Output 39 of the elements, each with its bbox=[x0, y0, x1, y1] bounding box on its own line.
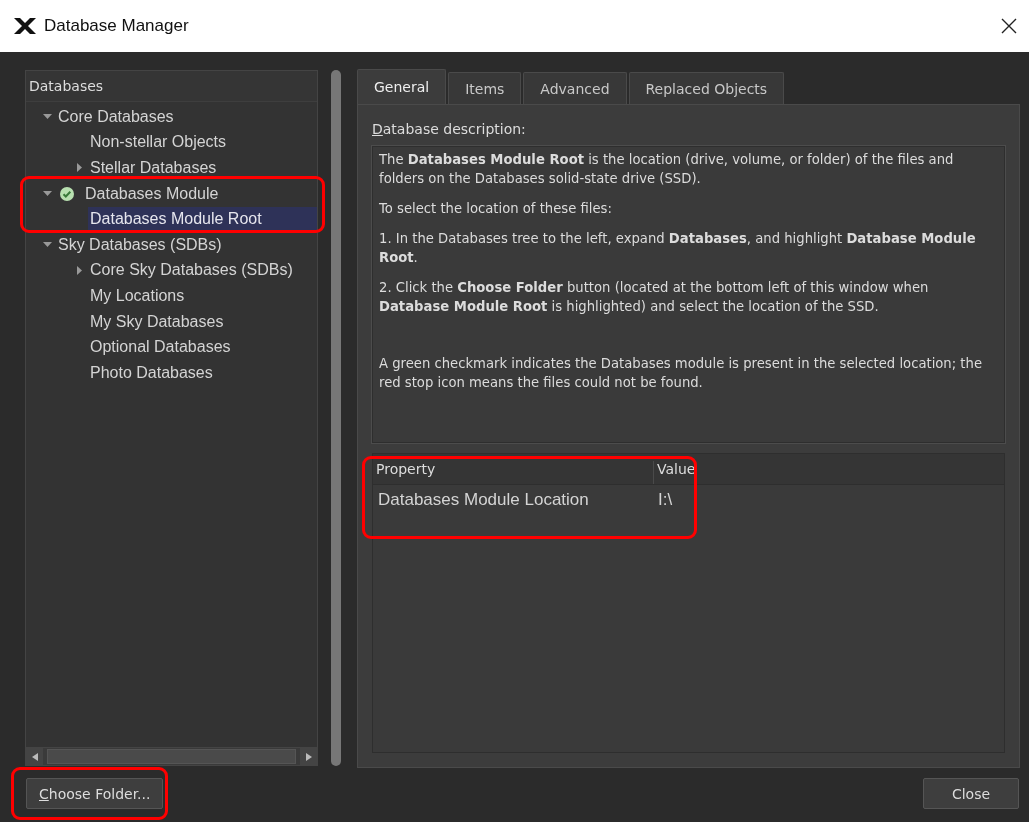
description-paragraph: To select the location of these files: bbox=[379, 200, 613, 218]
close-button[interactable]: Close bbox=[923, 778, 1019, 809]
table-cell-text: Databases Module Location bbox=[377, 490, 590, 510]
tab[interactable]: Items bbox=[448, 72, 522, 104]
table-cell-text: I:\ bbox=[657, 490, 674, 510]
window-title: Database Manager bbox=[44, 16, 190, 36]
tree-item[interactable]: Databases Module bbox=[83, 181, 221, 206]
tab[interactable]: Advanced bbox=[523, 72, 627, 104]
tree-item[interactable]: Stellar Databases bbox=[88, 156, 219, 180]
tree-item[interactable]: Sky Databases (SDBs) bbox=[56, 232, 224, 257]
collapse-arrow-icon[interactable] bbox=[42, 189, 52, 199]
tab[interactable]: General bbox=[357, 69, 447, 104]
column-header: Property bbox=[375, 461, 437, 479]
splitter-handle[interactable] bbox=[331, 70, 341, 766]
tab[interactable]: Replaced Objects bbox=[628, 72, 785, 104]
description-paragraph: 2. Click the Choose Folder button (located at the bottom left of this window when Database Module Root is highlighted) and select the location of the SSD. bbox=[379, 279, 930, 316]
scroll-left-icon[interactable] bbox=[31, 752, 38, 761]
tree-item[interactable]: Optional Databases bbox=[88, 335, 233, 360]
description-label: Database description: bbox=[372, 121, 527, 137]
expand-arrow-icon[interactable] bbox=[74, 163, 84, 173]
scroll-right-icon[interactable] bbox=[305, 752, 312, 761]
app-logo-icon bbox=[14, 18, 36, 34]
description-paragraph: A green checkmark indicates the Databases module is present in the selected location; the red stop icon means the files could not be found. bbox=[379, 355, 983, 392]
tree-item[interactable]: Photo Databases bbox=[88, 360, 215, 385]
tree-item[interactable]: Databases Module Root bbox=[88, 207, 317, 232]
collapse-arrow-icon[interactable] bbox=[42, 240, 52, 250]
description-paragraph: The Databases Module Root is the location (drive, volume, or folder) of the files and folders on the Databases solid-state drive (SSD). bbox=[379, 151, 955, 188]
choose-folder-button[interactable]: Choose Folder... bbox=[26, 778, 164, 809]
tree-item[interactable]: Core Databases bbox=[56, 104, 176, 129]
tree-item[interactable]: Non-stellar Objects bbox=[88, 130, 229, 155]
collapse-arrow-icon[interactable] bbox=[42, 112, 52, 122]
horizontal-scrollbar[interactable] bbox=[26, 747, 317, 765]
close-icon[interactable] bbox=[1001, 18, 1017, 34]
tree-item[interactable]: My Sky Databases bbox=[88, 309, 226, 334]
description-paragraph: 1. In the Databases tree to the left, expand Databases, and highlight Database Module Root. bbox=[379, 230, 977, 267]
column-header: Value bbox=[653, 461, 1004, 484]
tree-item[interactable]: Core Sky Databases (SDBs) bbox=[88, 258, 295, 283]
tree-item[interactable]: My Locations bbox=[88, 283, 187, 308]
expand-arrow-icon[interactable] bbox=[74, 265, 84, 275]
